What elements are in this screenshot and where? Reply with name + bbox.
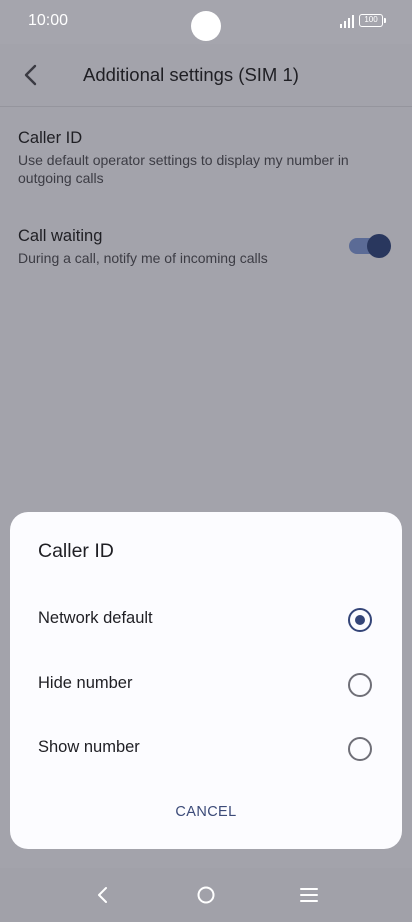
toggle-thumb <box>367 234 391 258</box>
radio-checked-icon[interactable] <box>348 608 372 632</box>
camera-cutout <box>191 11 221 41</box>
option-label: Hide number <box>38 674 133 692</box>
option-label: Show number <box>38 738 140 756</box>
cancel-button[interactable]: CANCEL <box>166 794 246 830</box>
caller-id-dialog: Caller ID Network default Hide number Sh… <box>10 512 402 849</box>
home-icon[interactable] <box>196 885 216 905</box>
battery-tip <box>384 18 386 23</box>
status-time: 10:00 <box>28 12 69 29</box>
app-bar: Additional settings (SIM 1) <box>0 44 412 107</box>
option-label: Network default <box>38 609 153 627</box>
caller-id-title: Caller ID <box>18 129 83 147</box>
call-waiting-toggle[interactable] <box>349 234 391 258</box>
caller-id-subtitle: Use default operator settings to display… <box>18 152 349 186</box>
call-waiting-title: Call waiting <box>18 227 103 245</box>
battery-icon: 100 <box>359 14 383 27</box>
recents-icon[interactable] <box>299 885 319 905</box>
radio-unchecked-icon[interactable] <box>348 673 372 697</box>
back-arrow-icon[interactable] <box>18 62 44 88</box>
caller-id-setting[interactable]: Caller ID Use default operator settings … <box>18 127 388 187</box>
radio-unchecked-icon[interactable] <box>348 737 372 761</box>
signal-icon <box>340 15 354 28</box>
option-show-number[interactable]: Show number <box>10 722 402 778</box>
option-network-default[interactable]: Network default <box>10 593 402 649</box>
dialog-title: Caller ID <box>38 540 114 562</box>
radio-dot <box>355 615 365 625</box>
call-waiting-subtitle: During a call, notify me of incoming cal… <box>18 250 268 266</box>
navigation-bar <box>0 868 412 922</box>
page-title: Additional settings (SIM 1) <box>83 64 299 85</box>
back-icon[interactable] <box>93 885 113 905</box>
option-hide-number[interactable]: Hide number <box>10 658 402 714</box>
status-bar: 10:00 100 <box>0 0 412 44</box>
call-waiting-setting[interactable]: Call waiting During a call, notify me of… <box>18 225 338 267</box>
